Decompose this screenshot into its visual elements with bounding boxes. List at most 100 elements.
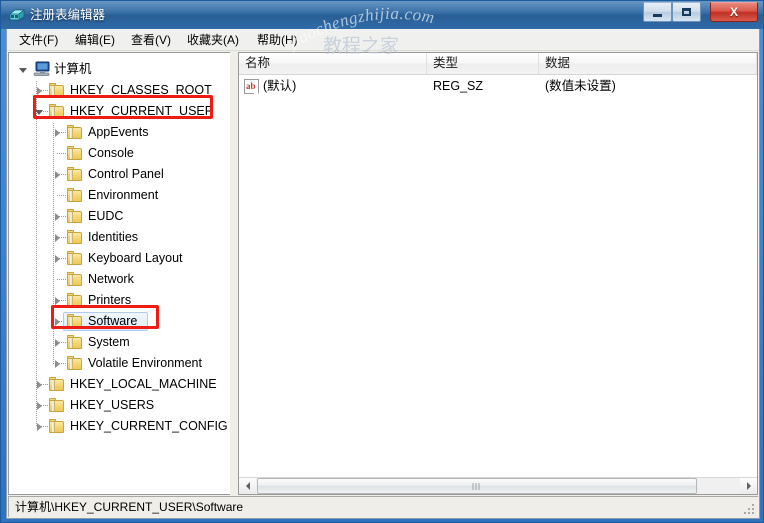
tree-item[interactable]: System xyxy=(9,332,230,353)
tree-item-label: AppEvents xyxy=(88,125,149,139)
expand-arrow-icon[interactable] xyxy=(35,87,44,96)
cell-name: (默认) xyxy=(263,79,297,93)
close-icon: X xyxy=(729,5,738,19)
menu-item-0[interactable]: 文件(F) xyxy=(13,31,64,49)
horizontal-scrollbar[interactable] xyxy=(239,477,757,494)
list-header: 名称 类型 数据 xyxy=(239,53,757,75)
status-bar: 计算机\HKEY_CURRENT_USER\Software xyxy=(8,496,758,517)
folder-icon xyxy=(67,209,83,223)
collapse-arrow-icon[interactable] xyxy=(35,108,44,117)
menu-item-label: 帮助(H) xyxy=(257,33,298,47)
tree-item[interactable]: Network xyxy=(9,269,230,290)
folder-icon xyxy=(67,293,83,307)
tree-item-label: Environment xyxy=(88,188,159,202)
resize-grip-icon[interactable] xyxy=(744,504,755,515)
tree-item[interactable]: Console xyxy=(9,143,230,164)
tree-item[interactable]: Control Panel xyxy=(9,164,230,185)
menu-item-label: 编辑(E) xyxy=(75,33,115,47)
close-button[interactable]: X xyxy=(710,2,758,22)
folder-icon xyxy=(49,377,65,391)
tree-item-label: Printers xyxy=(88,293,132,307)
tree-item[interactable]: Software xyxy=(9,311,230,332)
folder-icon xyxy=(49,104,65,118)
menu-item-4[interactable]: 帮助(H) xyxy=(251,31,304,49)
chevron-left-icon xyxy=(245,482,250,490)
folder-icon xyxy=(49,83,65,97)
expand-arrow-icon[interactable] xyxy=(53,171,62,180)
column-header-label: 数据 xyxy=(545,56,571,70)
tree-item-label: HKEY_LOCAL_MACHINE xyxy=(70,377,217,391)
minimize-button[interactable] xyxy=(643,2,672,22)
registry-editor-icon xyxy=(8,6,26,24)
tree-item[interactable]: Identities xyxy=(9,227,230,248)
tree-item[interactable]: HKEY_LOCAL_MACHINE xyxy=(9,374,230,395)
column-header-0[interactable]: 名称 xyxy=(239,53,427,74)
tree-item-label: HKEY_USERS xyxy=(70,398,155,412)
tree-connector xyxy=(57,153,66,154)
expand-arrow-icon[interactable] xyxy=(53,213,62,222)
tree-item-label: HKEY_CLASSES_ROOT xyxy=(70,83,212,97)
tree-item[interactable]: AppEvents xyxy=(9,122,230,143)
tree-item-label: Console xyxy=(88,146,134,160)
registry-values-pane[interactable]: 名称 类型 数据 ab (默认) REG_SZ (数值未设置) xyxy=(238,52,758,495)
tree-item[interactable]: HKEY_CLASSES_ROOT xyxy=(9,80,230,101)
title-bar[interactable]: 注册表编辑器 X xyxy=(1,1,763,29)
expand-arrow-icon[interactable] xyxy=(53,129,62,138)
tree-connector xyxy=(57,279,66,280)
tree-item[interactable]: Printers xyxy=(9,290,230,311)
expand-arrow-icon[interactable] xyxy=(53,234,62,243)
tree-item-label: Software xyxy=(88,314,138,328)
tree-item-label: EUDC xyxy=(88,209,124,223)
tree-item-label: Network xyxy=(88,272,134,286)
expand-arrow-icon[interactable] xyxy=(35,423,44,432)
window-title: 注册表编辑器 xyxy=(30,8,106,22)
tree-item[interactable]: Environment xyxy=(9,185,230,206)
registry-editor-window: 注册表编辑器 X jiaochengzhijia.com 教程之家 文件(F) 编… xyxy=(0,0,764,523)
folder-icon xyxy=(49,398,65,412)
expand-arrow-icon[interactable] xyxy=(53,297,62,306)
expand-arrow-icon[interactable] xyxy=(53,339,62,348)
cell-type: REG_SZ xyxy=(433,79,484,93)
scroll-right-button[interactable] xyxy=(740,478,757,494)
cell-data: (数值未设置) xyxy=(545,79,616,93)
tree-item[interactable]: Keyboard Layout xyxy=(9,248,230,269)
folder-icon xyxy=(67,314,83,328)
scrollbar-grip-icon xyxy=(472,483,482,490)
folder-icon xyxy=(67,146,83,160)
table-row[interactable]: ab (默认) REG_SZ (数值未设置) xyxy=(239,77,757,96)
registry-tree-pane[interactable]: 计算机 HKEY_CLASSES_ROOT HKEY_CURRENT_USER App… xyxy=(8,52,230,495)
folder-icon xyxy=(49,419,65,433)
client-area: 文件(F) 编辑(E) 查看(V) 收藏夹(A) 帮助(H) 计算机 HKEY_CLASS… xyxy=(6,29,760,519)
tree-item[interactable]: HKEY_USERS xyxy=(9,395,230,416)
tree-item[interactable]: HKEY_CURRENT_USER xyxy=(9,101,230,122)
menu-item-1[interactable]: 编辑(E) xyxy=(69,31,121,49)
column-header-label: 名称 xyxy=(245,56,271,70)
column-header-1[interactable]: 类型 xyxy=(427,53,539,74)
maximize-button[interactable] xyxy=(672,2,701,22)
expand-arrow-icon[interactable] xyxy=(53,318,62,327)
tree-item-label: 计算机 xyxy=(54,62,92,76)
expand-arrow-icon[interactable] xyxy=(53,255,62,264)
expand-arrow-icon[interactable] xyxy=(35,381,44,390)
tree-item-label: Identities xyxy=(88,230,139,244)
menu-item-label: 查看(V) xyxy=(131,33,171,47)
tree-item[interactable]: 计算机 xyxy=(9,59,230,80)
tree-item-label: System xyxy=(88,335,130,349)
folder-icon xyxy=(67,335,83,349)
column-header-2[interactable]: 数据 xyxy=(539,53,757,74)
scroll-left-button[interactable] xyxy=(239,478,256,494)
chevron-right-icon xyxy=(746,482,751,490)
scrollbar-thumb[interactable] xyxy=(257,478,697,494)
tree-item-label: Volatile Environment xyxy=(88,356,202,370)
folder-icon xyxy=(67,188,83,202)
folder-icon xyxy=(67,251,83,265)
expand-arrow-icon[interactable] xyxy=(53,360,62,369)
collapse-arrow-icon[interactable] xyxy=(19,66,28,75)
tree-item[interactable]: Volatile Environment xyxy=(9,353,230,374)
expand-arrow-icon[interactable] xyxy=(35,402,44,411)
tree-item[interactable]: HKEY_CURRENT_CONFIG xyxy=(9,416,230,437)
menu-item-3[interactable]: 收藏夹(A) xyxy=(181,31,245,49)
menu-item-2[interactable]: 查看(V) xyxy=(125,31,177,49)
tree-item[interactable]: EUDC xyxy=(9,206,230,227)
folder-icon xyxy=(67,356,83,370)
